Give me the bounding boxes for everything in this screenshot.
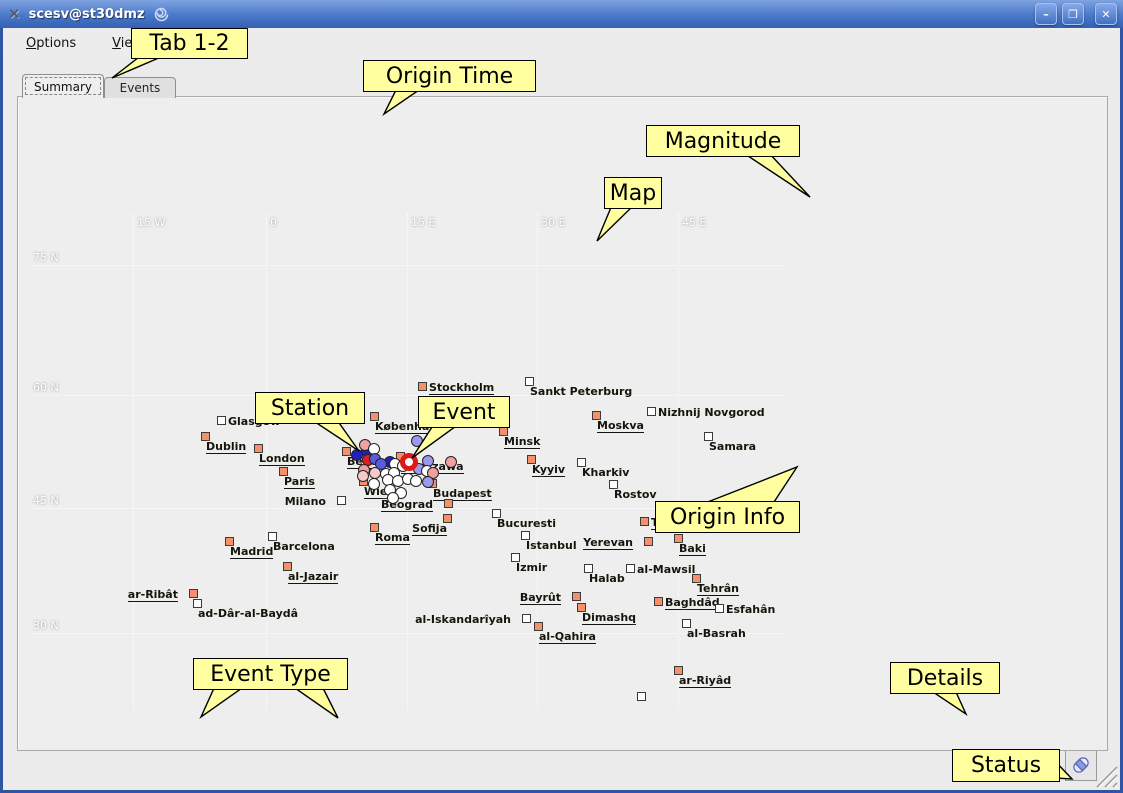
city-label: Esfahân <box>726 604 775 616</box>
grid-line-latitude <box>30 265 785 266</box>
city-label: Roma <box>375 532 410 545</box>
station-marker <box>445 456 457 468</box>
callout-event-type: Event Type <box>193 658 348 690</box>
callout-event: Event <box>418 396 510 428</box>
titlebar[interactable]: ✕ scesv@st30dmz – ❐ ✕ <box>0 0 1123 28</box>
city-label: Sankt Peterburg <box>530 386 632 398</box>
minimize-button[interactable]: – <box>1035 3 1057 25</box>
grid-line-longitude <box>133 213 134 710</box>
grid-line-longitude <box>537 213 538 710</box>
station-marker <box>422 476 434 488</box>
city-label: al-Mawsil <box>637 564 695 576</box>
callout-station: Station <box>255 392 365 424</box>
station-marker <box>357 470 369 482</box>
city-label: Kyyiv <box>532 464 565 477</box>
city-marker <box>444 499 453 508</box>
city-label: Baki <box>679 543 706 556</box>
callout-origin-time: Origin Time <box>363 60 536 92</box>
city-label: al-Basrah <box>687 628 746 640</box>
city-label: Kharkiv <box>582 467 629 479</box>
resize-grip[interactable] <box>1094 764 1118 792</box>
callout-tab-1-2: Tab 1-2 <box>131 28 248 59</box>
grid-label-longitude: 45 E <box>682 216 706 229</box>
city-label: Dublin <box>206 441 246 454</box>
city-label: ar-Ribât <box>128 589 178 602</box>
grid-line-latitude <box>30 633 785 634</box>
city-label: Baghdâd <box>665 597 720 610</box>
city-label: ar-Riyâd <box>679 675 731 688</box>
city-marker <box>337 496 346 505</box>
city-marker <box>647 407 656 416</box>
city-label: Moskva <box>597 420 644 433</box>
city-label: Tehrân <box>697 583 739 596</box>
window-menu-icon[interactable]: ✕ <box>8 5 21 23</box>
grid-label-latitude: 60 N <box>33 381 59 394</box>
city-marker <box>626 564 635 573</box>
city-label: ad-Dâr-al-Baydâ <box>198 608 298 620</box>
city-marker <box>418 382 427 391</box>
city-label: Izmir <box>516 562 547 574</box>
city-label: Bucuresti <box>497 518 556 530</box>
window-title: scesv@st30dmz <box>29 7 145 22</box>
grid-label-longitude: 15 E <box>411 216 435 229</box>
city-label: Yerevan <box>583 537 633 550</box>
callout-origin-info: Origin Info <box>655 501 800 533</box>
close-button[interactable]: ✕ <box>1095 3 1117 25</box>
callout-magnitude: Magnitude <box>646 125 800 157</box>
city-label: Madrid <box>230 546 273 559</box>
station-marker <box>368 478 380 490</box>
city-marker <box>644 537 653 546</box>
swirl-icon <box>153 6 170 23</box>
city-marker <box>522 614 531 623</box>
connection-status-icon[interactable] <box>1065 749 1097 781</box>
maximize-button[interactable]: ❐ <box>1062 3 1084 25</box>
menu-options[interactable]: Options <box>22 33 80 54</box>
station-marker <box>410 475 422 487</box>
city-marker <box>637 692 646 701</box>
city-marker <box>189 589 198 598</box>
callout-status: Status <box>952 749 1060 782</box>
city-label: Stockholm <box>429 382 494 395</box>
city-label: Nizhnij Novgorod <box>658 407 765 419</box>
callout-details: Details <box>890 662 1000 694</box>
city-label: Milano <box>285 496 326 508</box>
city-label: Sofija <box>412 523 447 536</box>
city-marker <box>572 592 581 601</box>
city-label: Minsk <box>504 436 540 449</box>
city-marker <box>654 597 663 606</box>
city-label: al-Iskandarîyah <box>415 614 511 626</box>
city-label: London <box>259 453 305 466</box>
grid-label-latitude: 45 N <box>33 494 59 507</box>
city-label: Halab <box>589 573 625 585</box>
grid-label-latitude: 30 N <box>33 619 59 632</box>
summary-panel <box>17 96 1108 751</box>
grid-label-longitude: 30 E <box>541 216 565 229</box>
station-marker <box>387 492 399 504</box>
city-label: al-Qahira <box>539 631 596 644</box>
city-label: Budapest <box>433 488 492 501</box>
city-label: al-Jazair <box>288 571 338 584</box>
city-label: Dimashq <box>582 612 636 625</box>
city-marker <box>217 416 226 425</box>
grid-label-longitude: 0 <box>270 216 277 229</box>
event-marker <box>400 453 418 471</box>
callout-map: Map <box>604 177 662 209</box>
city-label: Rostov <box>614 489 657 501</box>
city-marker <box>715 604 724 613</box>
city-label: Barcelona <box>273 541 335 553</box>
city-marker <box>640 517 649 526</box>
grid-label-latitude: 75 N <box>33 251 59 264</box>
grid-line-latitude <box>30 395 785 396</box>
city-label: Istanbul <box>526 540 577 552</box>
tab-summary[interactable]: Summary <box>22 74 104 98</box>
city-label: Samara <box>709 441 756 453</box>
station-marker <box>411 435 423 447</box>
city-label: Bayrût <box>520 592 561 605</box>
grid-label-longitude: 15 W <box>137 216 165 229</box>
city-label: Paris <box>284 476 315 489</box>
tab-events[interactable]: Events <box>104 77 176 98</box>
grid-line-longitude <box>678 213 679 710</box>
